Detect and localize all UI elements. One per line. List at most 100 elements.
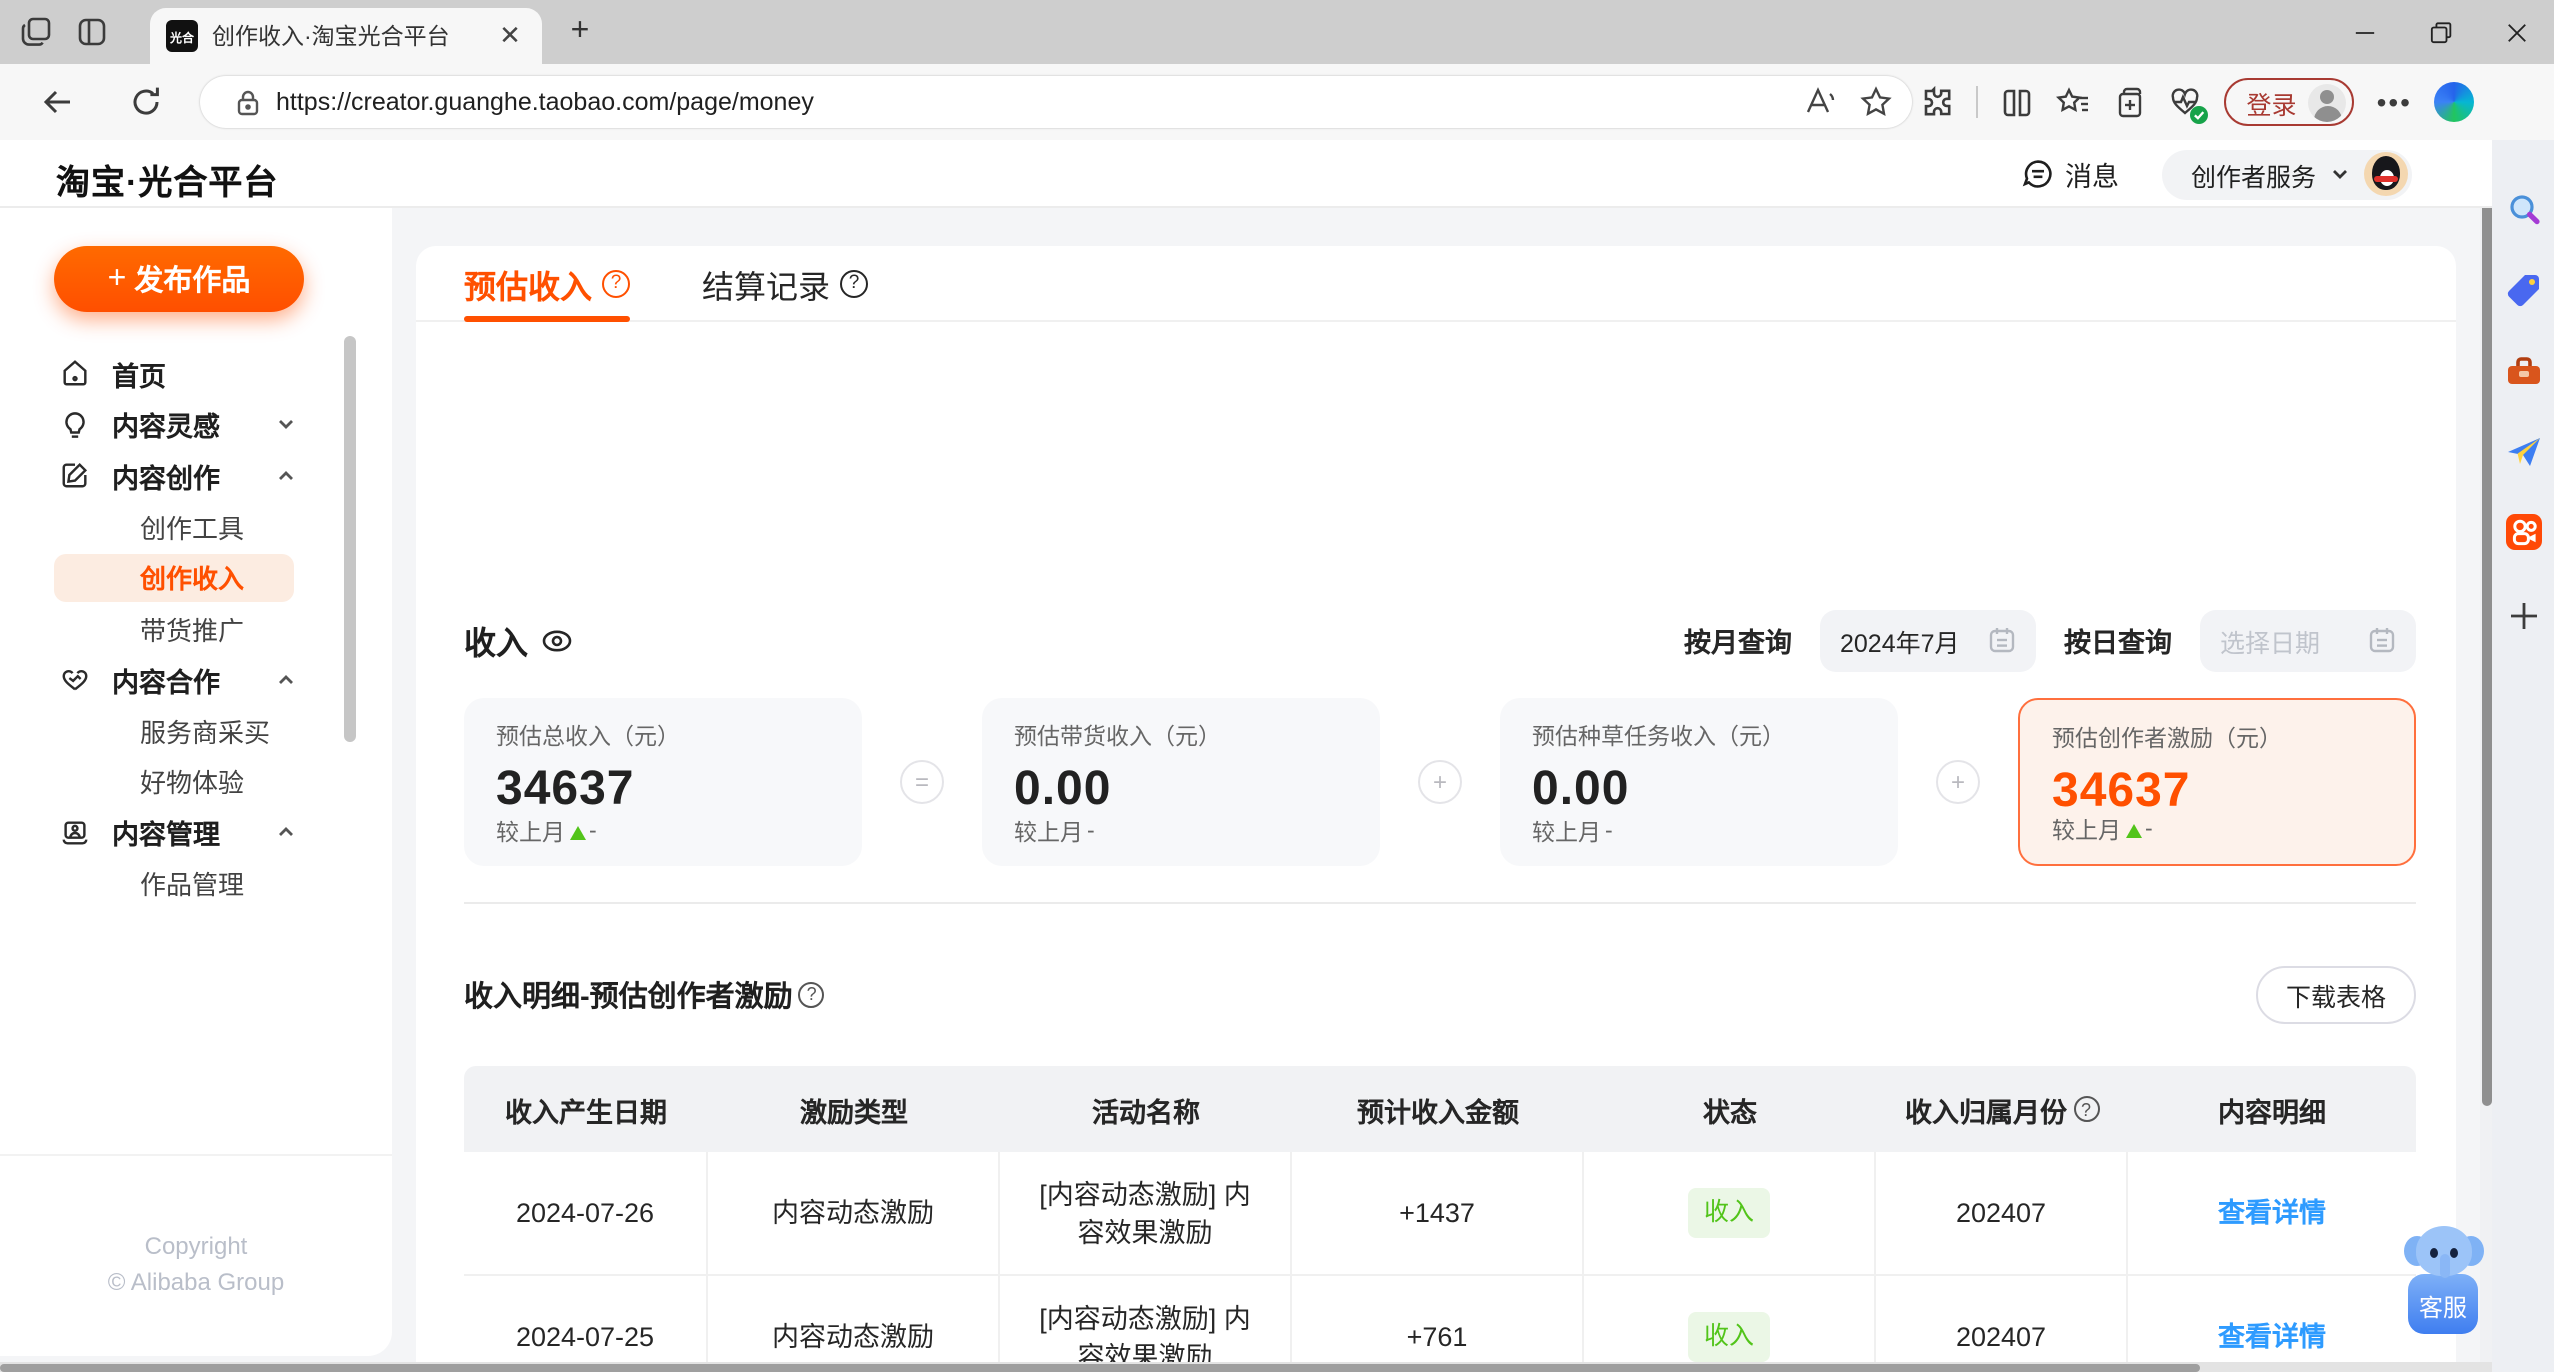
horizontal-scrollbar[interactable]: [0, 1362, 2492, 1372]
tab-title: 创作收入·淘宝光合平台: [212, 26, 450, 50]
table-header-7: 内容明细: [2218, 1097, 2326, 1127]
sidebar-item-label: 好物体验: [140, 768, 245, 799]
vertical-scrollbar[interactable]: [2480, 140, 2492, 1362]
customer-support-widget[interactable]: 客服: [2404, 1224, 2484, 1336]
manage-icon: [60, 818, 90, 848]
new-tab-button[interactable]: +: [562, 14, 598, 50]
help-icon[interactable]: ?: [840, 269, 869, 297]
address-bar[interactable]: https://creator.guanghe.taobao.com/page/…: [200, 76, 1912, 128]
sidebar-item-3[interactable]: 内容创作: [0, 450, 392, 501]
cell-detail: 查看详情: [2128, 1152, 2416, 1274]
sidebar-item-10[interactable]: 内容管理: [0, 807, 392, 858]
cell-month: 202407: [1876, 1152, 2128, 1274]
stat-card-delta: 较上月 -: [2052, 818, 2153, 844]
stat-card-4[interactable]: 预估创作者激励（元） 34637 较上月 -: [2018, 698, 2416, 866]
sidebar-item-4[interactable]: 创作工具: [0, 501, 392, 552]
home-icon: [60, 359, 90, 389]
sidebar-item-11[interactable]: 作品管理: [0, 858, 392, 909]
sidebar-item-6[interactable]: 带货推广: [0, 603, 392, 654]
visibility-eye-icon[interactable]: [540, 623, 574, 657]
table-header-row: 收入产生日期 激励类型 活动名称 预计收入金额 状态 收入归属月份? 内容明细: [464, 1066, 2416, 1152]
chevron-up-icon: [276, 823, 296, 843]
collections-icon[interactable]: [2113, 85, 2147, 119]
favorites-icon[interactable]: [2056, 85, 2091, 119]
horizontal-scrollbar-thumb[interactable]: [0, 1363, 2200, 1371]
sidebar-item-5[interactable]: 创作收入: [0, 552, 392, 603]
stat-card-label: 预估创作者激励（元）: [2052, 728, 2282, 752]
refresh-icon[interactable]: [128, 84, 164, 120]
cell-status: 收入: [1584, 1276, 1876, 1362]
sidebar-item-1[interactable]: 首页: [0, 348, 392, 399]
table-header-3: 活动名称: [1092, 1097, 1200, 1127]
search-icon[interactable]: [2503, 190, 2543, 230]
tab-estimated-income[interactable]: 预估收入 ?: [464, 246, 631, 321]
minimize-button[interactable]: [2326, 0, 2402, 64]
split-screen-icon[interactable]: [2001, 85, 2035, 119]
stat-card-3[interactable]: 预估种草任务收入（元） 0.00 较上月 -: [1500, 698, 1898, 866]
view-details-link[interactable]: 查看详情: [2218, 1194, 2326, 1232]
favorite-star-icon[interactable]: [1860, 86, 1892, 118]
creator-service-menu[interactable]: 创作者服务: [2162, 149, 2412, 199]
chevron-down-icon: [2330, 164, 2350, 184]
site-logo[interactable]: 淘宝·光合平台: [56, 154, 278, 204]
kuaishou-icon[interactable]: [2503, 512, 2543, 552]
tab-settlement-records[interactable]: 结算记录 ?: [702, 246, 869, 321]
restore-button[interactable]: [2402, 0, 2478, 64]
browser-essentials-icon[interactable]: [2169, 85, 2209, 123]
send-plane-icon[interactable]: [2503, 432, 2543, 472]
month-picker-input[interactable]: 2024年7月: [1820, 609, 2036, 671]
toolbox-icon[interactable]: [2503, 352, 2543, 392]
stat-card-delta: 较上月 -: [1532, 820, 1613, 846]
cell-amount: +1437: [1292, 1152, 1584, 1274]
publish-work-button[interactable]: + 发布作品: [54, 246, 304, 312]
shopping-tag-icon[interactable]: [2503, 270, 2543, 310]
login-button[interactable]: 登录: [2224, 78, 2355, 126]
view-details-link[interactable]: 查看详情: [2218, 1318, 2326, 1356]
toolbar-right-icons: 登录 •••: [1921, 64, 2474, 140]
settings-more-icon[interactable]: •••: [2377, 86, 2412, 118]
table-header-6: 收入归属月份?: [1876, 1089, 2128, 1129]
table-row-2: 2024-07-25 内容动态激励 [内容动态激励] 内容效果激励 +761 收入 202…: [464, 1276, 2416, 1362]
sidebar-item-label: 内容创作: [112, 463, 220, 494]
messages-button[interactable]: 消息: [2023, 154, 2119, 194]
vertical-scrollbar-thumb[interactable]: [2481, 196, 2491, 1106]
cards-table-divider: [464, 902, 2416, 904]
bulb-icon: [60, 410, 90, 440]
copilot-icon[interactable]: [2434, 82, 2474, 122]
stat-card-delta: 较上月 -: [496, 820, 597, 846]
cell-detail: 查看详情: [2128, 1276, 2416, 1362]
help-icon[interactable]: ?: [798, 981, 825, 1007]
site-header: 淘宝·光合平台 消息 创作者服务: [0, 140, 2492, 208]
download-table-button[interactable]: 下载表格: [2255, 965, 2416, 1023]
user-avatar[interactable]: [2364, 152, 2408, 196]
sidebar-item-8[interactable]: 服务商采买: [0, 705, 392, 756]
header-right: 消息 创作者服务: [2023, 140, 2412, 208]
tab-close-icon[interactable]: ✕: [494, 20, 526, 52]
stat-card-1[interactable]: 预估总收入（元） 34637 较上月 -: [464, 698, 862, 866]
table-body: 2024-07-26 内容动态激励 [内容动态激励] 内容效果激励 +1437 收入 20…: [464, 1152, 2416, 1362]
stat-card-2[interactable]: 预估带货收入（元） 0.00 较上月 -: [982, 698, 1380, 866]
workspaces-icon[interactable]: [20, 16, 52, 48]
sidebar-scrollbar-thumb[interactable]: [344, 336, 356, 742]
extensions-icon[interactable]: [1921, 85, 1955, 119]
stat-card-label: 预估总收入（元）: [496, 726, 680, 750]
plus-icon[interactable]: [2503, 596, 2543, 636]
sidebar-item-9[interactable]: 好物体验: [0, 756, 392, 807]
sidebar-item-2[interactable]: 内容灵感: [0, 399, 392, 450]
sidebar-item-7[interactable]: 内容合作: [0, 654, 392, 705]
browser-tab[interactable]: 光合 创作收入·淘宝光合平台 ✕: [150, 8, 542, 64]
close-window-button[interactable]: [2478, 0, 2554, 64]
stat-cards-row: 预估总收入（元） 34637 较上月 - = 预估带货收入（元） 0.00 较上月 - + 预估种草…: [464, 698, 2416, 866]
back-icon[interactable]: [40, 84, 76, 120]
publish-work-label: 发布作品: [134, 266, 251, 298]
tab-actions-icon[interactable]: [76, 16, 108, 48]
day-picker-input[interactable]: 选择日期: [2200, 609, 2416, 671]
help-icon[interactable]: ?: [2073, 1096, 2099, 1122]
read-aloud-icon[interactable]: [1804, 86, 1836, 118]
main-content-card: 预估收入 ? 结算记录 ? 收入 按月查询 2024年7月 按日查询 选择日期 …: [416, 246, 2456, 1362]
edge-sidebar-rail: [2492, 140, 2554, 1372]
help-icon[interactable]: ?: [602, 269, 631, 297]
day-placeholder: 选择日期: [2220, 629, 2321, 657]
sidebar-item-label: 作品管理: [140, 870, 245, 901]
cell-date: 2024-07-25: [464, 1276, 708, 1362]
